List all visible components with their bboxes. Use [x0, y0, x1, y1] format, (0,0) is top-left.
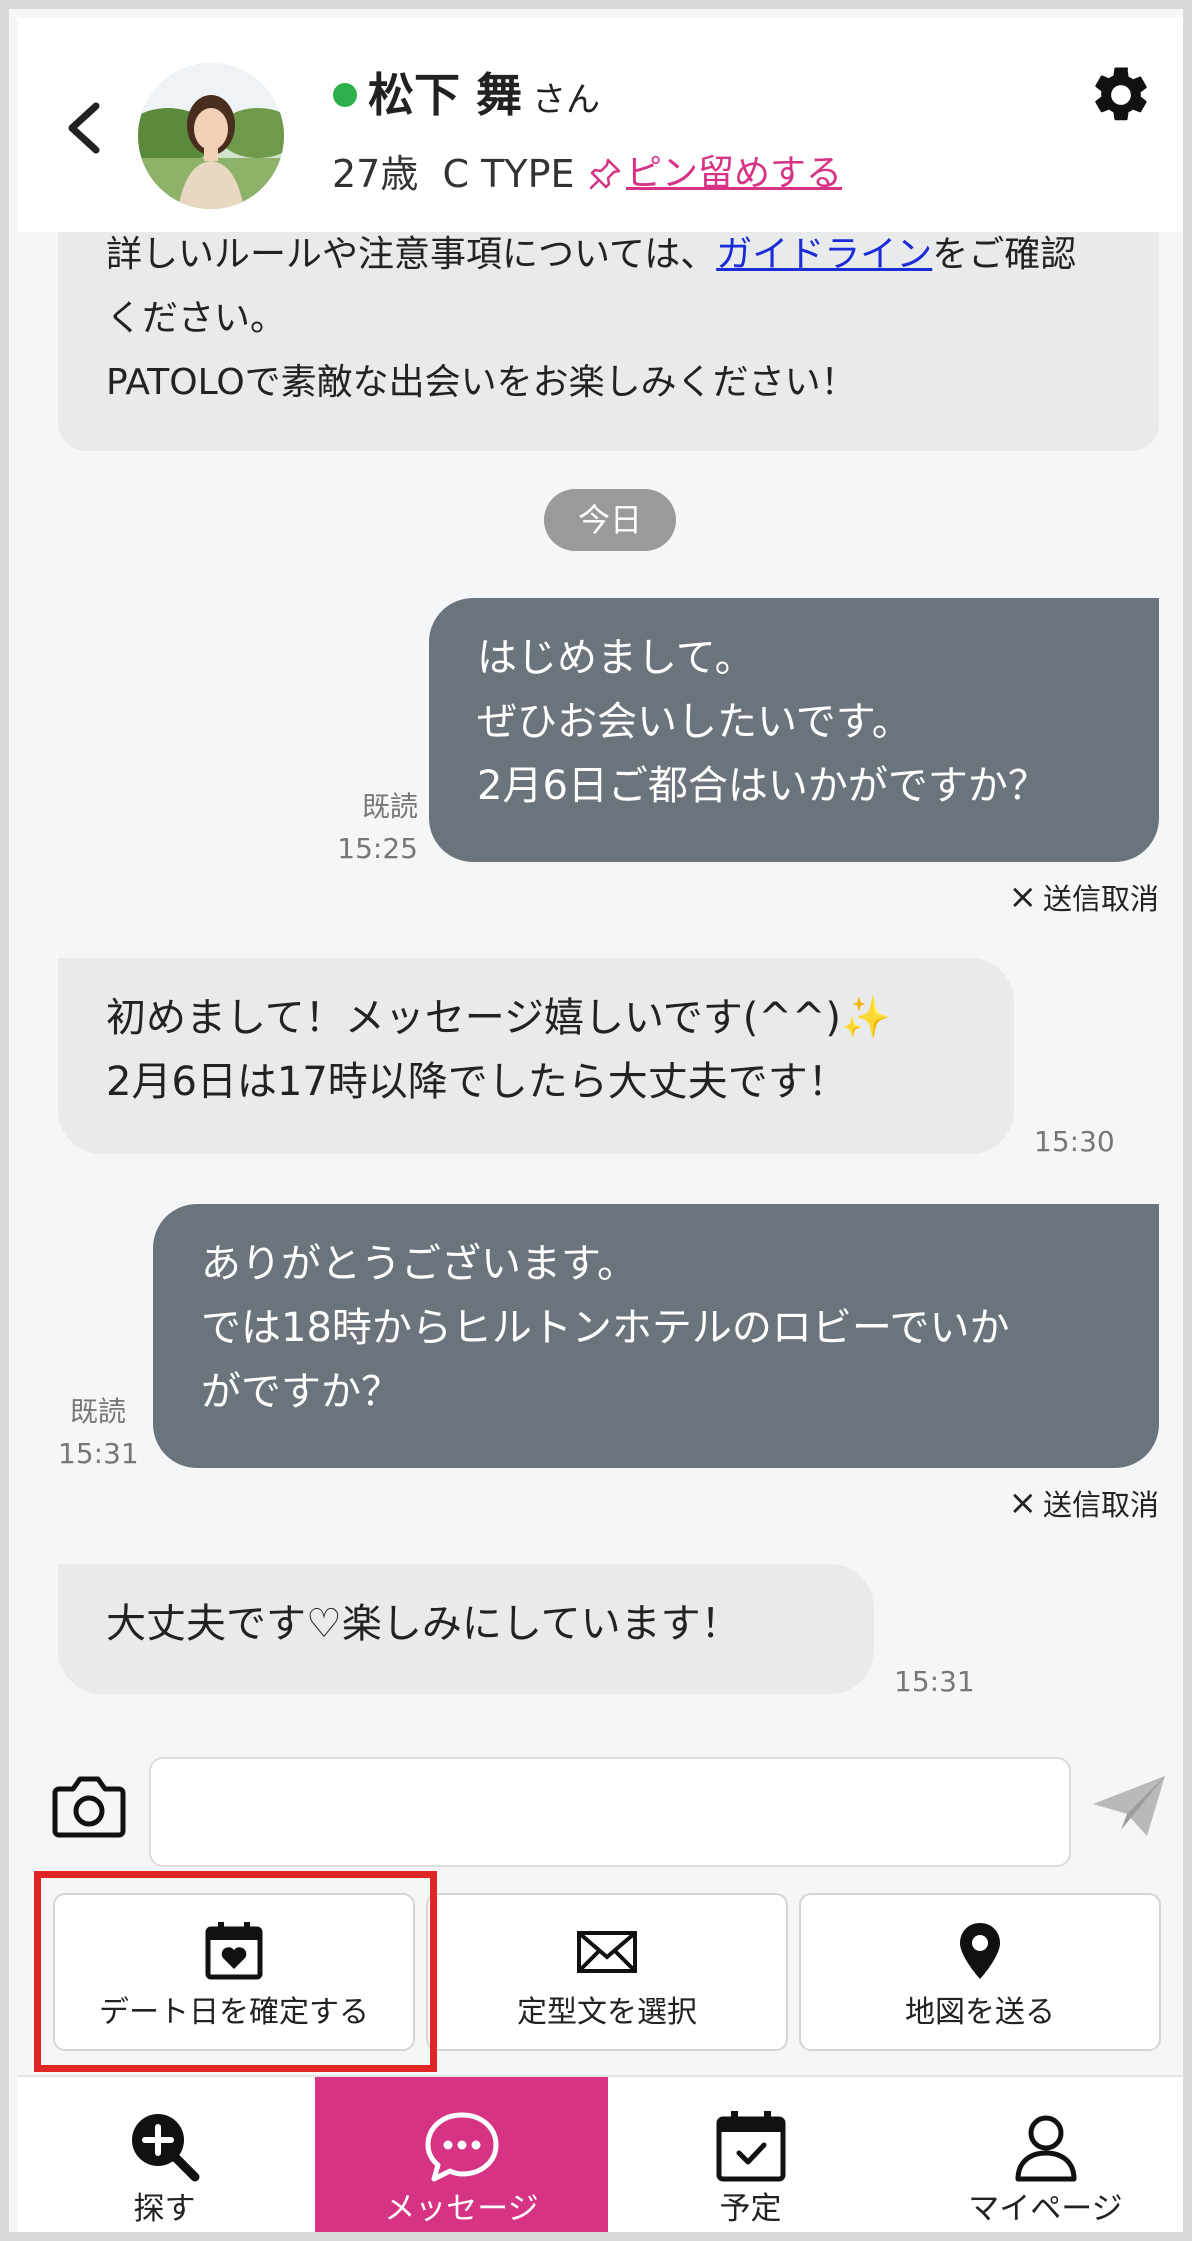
- chat-header: 松下 舞さん 27歳 C TYPE ピン留めする: [18, 18, 1183, 232]
- cancel-send-label: 送信取消: [1042, 1488, 1159, 1522]
- nav-item-search[interactable]: 探す: [18, 2077, 311, 2232]
- partner-name-block: 松下 舞さん: [368, 63, 600, 132]
- nav-item-mypage[interactable]: マイページ: [899, 2077, 1183, 2232]
- read-receipt: 既読: [70, 1395, 127, 1428]
- honorific: さん: [532, 80, 601, 120]
- chat-bubble-icon: [425, 2112, 498, 2182]
- user-icon: [1015, 2115, 1076, 2182]
- nav-label: 探す: [133, 2191, 196, 2227]
- system-message-line-3: PATOLOで素敵な出会いをお楽しみください！: [106, 362, 857, 403]
- highlight-box: [34, 1871, 437, 2072]
- message-line: では18時からヒルトンホテルのロビーでいか: [201, 1305, 1010, 1351]
- cancel-send-label: 送信取消: [1042, 882, 1159, 916]
- partner-name: 松下 舞: [368, 68, 523, 122]
- system-message-line-2: ください。: [106, 298, 287, 339]
- send-icon[interactable]: [1091, 1774, 1167, 1838]
- read-receipt: 既読: [361, 790, 418, 823]
- send-map-label: 地図を送る: [905, 1995, 1055, 2030]
- pin-label: ピン留めする: [626, 153, 843, 194]
- envelope-icon: [577, 1931, 637, 1973]
- system-message-line-1: 詳しいルールや注意事項については、ガイドラインをご確認: [106, 223, 1111, 287]
- message-line: 初めまして！メッセージ嬉しいです(^^)✨: [106, 995, 891, 1041]
- chevron-left-icon[interactable]: [60, 98, 110, 158]
- bottom-nav: 探す メッセージ 予定 マイページ: [18, 2075, 1183, 2232]
- nav-label: 予定: [719, 2191, 782, 2227]
- camera-icon[interactable]: [51, 1771, 127, 1841]
- partner-type: C TYPE: [442, 152, 575, 196]
- profile-photo: [138, 63, 284, 209]
- message-time: 15:30: [1034, 1125, 1115, 1158]
- outgoing-message-bubble[interactable]: はじめまして。 ぜひお会いしたいです。 2月6日ご都合はいかがですか？: [429, 598, 1159, 862]
- guideline-link[interactable]: ガイドライン: [716, 234, 932, 275]
- avatar[interactable]: [138, 63, 284, 209]
- message-line: ぜひお会いしたいです。: [477, 699, 912, 745]
- pin-icon: [589, 158, 621, 190]
- close-icon: ×: [1008, 1483, 1037, 1523]
- close-icon: ×: [1008, 877, 1037, 917]
- message-meta: 既読 15:25: [318, 786, 418, 870]
- select-template-label: 定型文を選択: [517, 1995, 697, 2030]
- partner-age: 27歳: [332, 152, 419, 196]
- message-time: 15:31: [58, 1437, 139, 1470]
- message-line: 2月6日は17時以降でしたら大丈夫です！: [106, 1059, 848, 1105]
- online-status-dot: [333, 83, 357, 107]
- nav-label: マイページ: [968, 2191, 1123, 2227]
- message-line: がですか？: [201, 1369, 401, 1415]
- message-line: 2月6日ご都合はいかがですか？: [477, 763, 1048, 809]
- cancel-send-button[interactable]: × 送信取消: [1008, 876, 1159, 918]
- system-text: をご確認: [932, 234, 1077, 275]
- message-time: 15:25: [337, 832, 418, 865]
- search-plus-icon: [131, 2114, 199, 2182]
- message-line: 大丈夫です♡楽しみにしています！: [106, 1601, 741, 1647]
- system-message: 詳しいルールや注意事項については、ガイドラインをご確認 ください。 PATOLO…: [58, 211, 1159, 451]
- message-line: ありがとうございます。: [201, 1241, 637, 1287]
- incoming-message-bubble[interactable]: 大丈夫です♡楽しみにしています！: [58, 1564, 874, 1694]
- calendar-check-icon: [716, 2111, 785, 2182]
- incoming-message-bubble[interactable]: 初めまして！メッセージ嬉しいです(^^)✨ 2月6日は17時以降でしたら大丈夫で…: [58, 958, 1014, 1154]
- outgoing-message-bubble[interactable]: ありがとうございます。 では18時からヒルトンホテルのロビーでいか がですか？: [153, 1204, 1159, 1468]
- partner-details: 27歳 C TYPE: [332, 146, 575, 202]
- nav-label: メッセージ: [384, 2191, 539, 2227]
- message-meta: 既読 15:31: [58, 1391, 158, 1475]
- select-template-button[interactable]: 定型文を選択: [426, 1893, 788, 2051]
- pin-button[interactable]: ピン留めする: [588, 146, 842, 202]
- chat-thread[interactable]: 詳しいルールや注意事項については、ガイドラインをご確認 ください。 PATOLO…: [18, 211, 1183, 1746]
- nav-item-messages[interactable]: メッセージ: [315, 2077, 608, 2232]
- message-time: 15:31: [894, 1665, 975, 1698]
- cancel-send-button[interactable]: × 送信取消: [1008, 1482, 1159, 1524]
- gear-icon[interactable]: [1088, 62, 1154, 128]
- date-separator: 今日: [544, 489, 676, 551]
- map-pin-icon: [960, 1923, 1000, 1979]
- message-input[interactable]: [149, 1757, 1071, 1867]
- message-line: はじめまして。: [477, 635, 755, 681]
- system-text: 詳しいルールや注意事項については、: [106, 234, 717, 275]
- nav-item-schedule[interactable]: 予定: [604, 2077, 897, 2232]
- app-frame: 詳しいルールや注意事項については、ガイドラインをご確認 ください。 PATOLO…: [0, 0, 1192, 2241]
- send-map-button[interactable]: 地図を送る: [799, 1893, 1161, 2051]
